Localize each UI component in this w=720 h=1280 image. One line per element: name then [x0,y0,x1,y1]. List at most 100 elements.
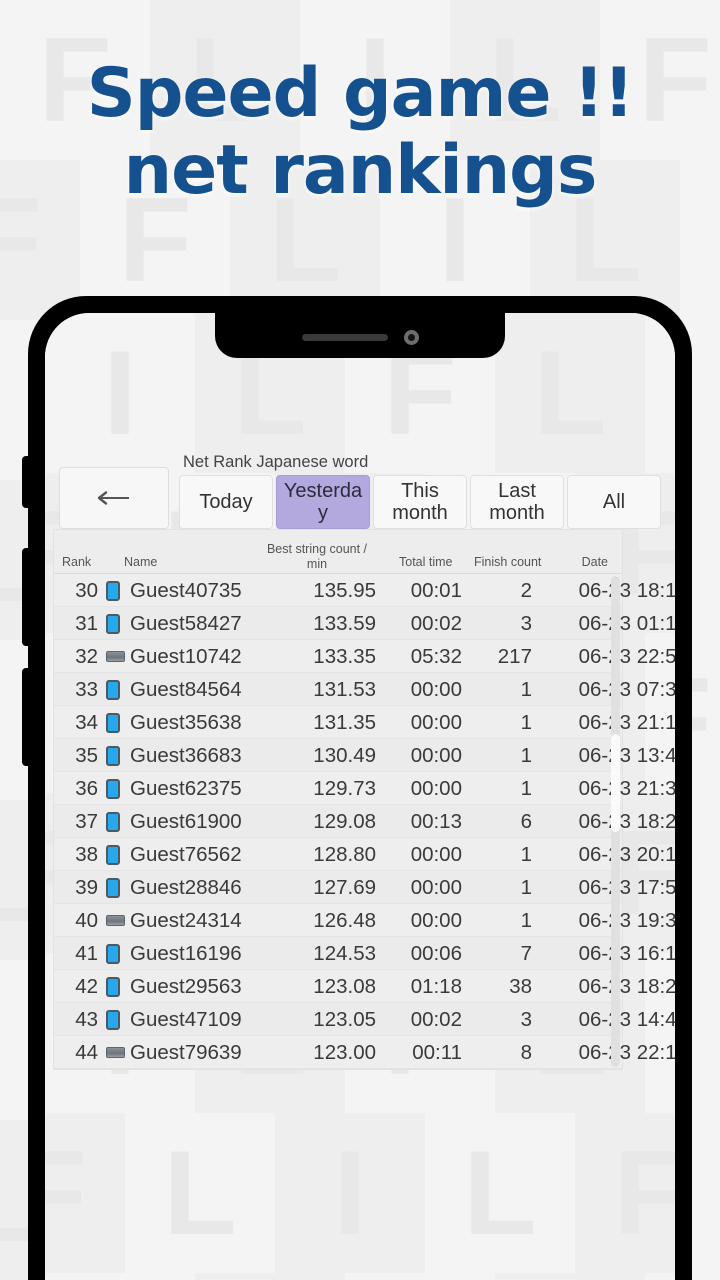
table-row[interactable]: 41Guest16196124.5300:06706-23 16:15 [54,937,675,970]
cell-rank: 42 [75,975,98,998]
cell-best-count: 127.69 [313,876,376,899]
table-scrollbar-thumb[interactable] [611,734,620,832]
phone-notch [215,313,505,358]
column-header-rank: Rank [62,555,92,569]
table-row[interactable]: 38Guest76562128.8000:00106-23 20:16 [54,838,675,871]
tab-all[interactable]: All [567,475,661,529]
cell-rank: 44 [75,1041,98,1064]
headline-line-2: net rankings [123,130,598,210]
cell-finish-count: 1 [520,711,532,734]
back-button[interactable] [59,467,169,529]
tab-this-month[interactable]: This month [373,475,467,529]
phone-device-icon [106,679,120,700]
cell-device-icon [106,574,128,607]
cell-name: Guest84564 [130,678,242,701]
cell-name: Guest79639 [130,1041,242,1064]
cell-total-time: 05:32 [410,645,462,668]
column-header-name: Name [124,555,158,569]
cell-name: Guest10742 [130,645,242,668]
phone-device-icon [106,976,120,997]
phone-device-icon [106,712,120,733]
table-row[interactable]: 44Guest79639123.0000:11806-23 22:12 [54,1036,675,1069]
table-row[interactable]: 36Guest62375129.7300:00106-23 21:35 [54,772,675,805]
cell-rank: 35 [75,744,98,767]
period-filter-tabs: Today Yesterday This month Last month Al… [179,475,661,529]
table-row[interactable]: 35Guest36683130.4900:00106-23 13:48 [54,739,675,772]
tab-today[interactable]: Today [179,475,273,529]
cell-finish-count: 1 [520,744,532,767]
cell-rank: 39 [75,876,98,899]
table-row[interactable]: 37Guest61900129.0800:13606-23 18:22 [54,805,675,838]
cell-name: Guest61900 [130,810,242,833]
back-arrow-icon [97,491,129,505]
table-row[interactable]: 33Guest84564131.5300:00106-23 07:39 [54,673,675,706]
cell-best-count: 133.59 [313,612,376,635]
cell-best-count: 123.08 [313,975,376,998]
cell-device-icon [106,970,128,1003]
pc-device-icon [106,1047,125,1058]
pc-device-icon [106,651,125,662]
cell-finish-count: 3 [520,612,532,635]
column-header-date: Date [581,555,608,569]
table-scrollbar[interactable] [611,576,620,1067]
table-row[interactable]: 43Guest47109123.0500:02306-23 14:41 [54,1003,675,1036]
volume-down-button[interactable] [22,668,29,766]
cell-name: Guest16196 [130,942,242,965]
front-camera-icon [403,330,419,345]
tab-yesterday[interactable]: Yesterday [276,475,370,529]
cell-best-count: 126.48 [313,909,376,932]
ranking-app-screen: Net Rank Japanese word Today Yesterday T… [45,313,675,1280]
mute-switch-button[interactable] [22,456,29,508]
cell-total-time: 00:00 [410,876,462,899]
phone-device-icon [106,943,120,964]
cell-total-time: 00:00 [410,909,462,932]
cell-best-count: 130.49 [313,744,376,767]
table-row[interactable]: 39Guest28846127.6900:00106-23 17:53 [54,871,675,904]
cell-finish-count: 1 [520,909,532,932]
cell-rank: 36 [75,777,98,800]
cell-rank: 32 [75,645,98,668]
cell-best-count: 129.08 [313,810,376,833]
cell-device-icon [106,805,128,838]
cell-device-icon [106,772,128,805]
cell-best-count: 131.35 [313,711,376,734]
cell-device-icon [106,1036,128,1069]
tabs-container: Net Rank Japanese word Today Yesterday T… [179,453,661,529]
phone-device-icon [106,580,120,601]
column-header-best-line2: min [306,556,328,571]
cell-best-count: 135.95 [313,579,376,602]
phone-device-frame: ILFLIFFLILFLIFFLILFLIFFLILFLIFFLILFLIFFL… [22,296,692,1280]
cell-total-time: 01:18 [410,975,462,998]
table-row[interactable]: 42Guest29563123.0801:183806-23 18:28 [54,970,675,1003]
ranking-table: Rank Name Best string count / min Total … [53,529,675,1070]
cell-name: Guest36683 [130,744,242,767]
nav-title: Net Rank Japanese word [183,453,369,471]
phone-device-icon [106,844,120,865]
cell-total-time: 00:11 [412,1041,462,1064]
cell-rank: 41 [75,942,98,965]
table-body: 30Guest40735135.9500:01206-23 18:1231Gue… [54,574,675,1069]
table-row[interactable]: 34Guest35638131.3500:00106-23 21:16 [54,706,675,739]
table-row[interactable]: 31Guest58427133.5900:02306-23 01:15 [54,607,675,640]
cell-rank: 33 [75,678,98,701]
table-row[interactable]: 32Guest10742133.3505:3221706-23 22:54 [54,640,675,673]
table-row[interactable]: 30Guest40735135.9500:01206-23 18:12 [54,574,675,607]
cell-rank: 31 [75,612,98,635]
cell-finish-count: 8 [520,1041,532,1064]
cell-rank: 30 [75,579,98,602]
cell-finish-count: 7 [520,942,532,965]
cell-finish-count: 3 [520,1008,532,1031]
tab-last-month[interactable]: Last month [470,475,564,529]
cell-device-icon [106,871,128,904]
table-row[interactable]: 40Guest24314126.4800:00106-23 19:34 [54,904,675,937]
volume-up-button[interactable] [22,548,29,646]
cell-device-icon [106,739,128,772]
cell-name: Guest47109 [130,1008,242,1031]
cell-name: Guest35638 [130,711,242,734]
cell-name: Guest29563 [130,975,242,998]
pc-device-icon [106,915,125,926]
phone-device-icon [106,877,120,898]
cell-total-time: 00:01 [410,579,462,602]
cell-total-time: 00:02 [410,612,462,635]
table-header-row: Rank Name Best string count / min Total … [54,530,622,574]
